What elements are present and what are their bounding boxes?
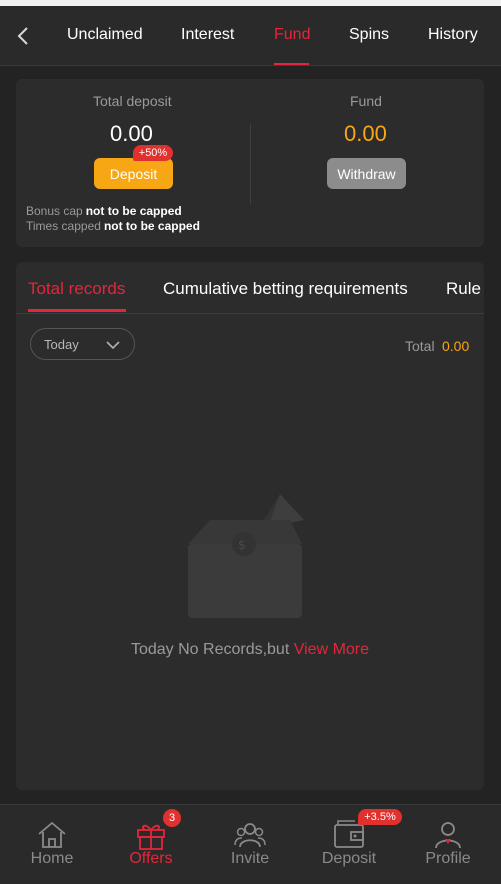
date-filter-value: Today [44, 337, 79, 352]
total-label: Total [405, 338, 435, 354]
tab-spins[interactable]: Spins [349, 26, 389, 44]
tab-fund[interactable]: Fund [274, 26, 310, 44]
date-filter-select[interactable]: Today [30, 328, 135, 360]
tab-interest[interactable]: Interest [181, 26, 234, 44]
nav-home[interactable]: Home [12, 805, 92, 884]
nav-invite-label: Invite [230, 850, 270, 867]
total-deposit-value: 0.00 [110, 121, 153, 146]
bonus-cap-value: not to be capped [85, 204, 182, 218]
nav-profile[interactable]: Profile [408, 805, 488, 884]
home-icon [38, 821, 66, 848]
back-button[interactable] [12, 22, 36, 50]
person-icon [435, 822, 461, 849]
nav-offers[interactable]: 3 Offers [111, 805, 191, 884]
bonus-cap-label: Bonus cap [26, 204, 83, 218]
summary-divider [250, 124, 251, 204]
records-tab-divider [16, 313, 484, 314]
top-tab-bar: Unclaimed Interest Fund Spins History [0, 6, 501, 66]
withdraw-button[interactable]: Withdraw [327, 158, 406, 189]
deposit-bonus-badge: +50% [133, 145, 173, 161]
nav-invite[interactable]: Invite [210, 805, 290, 884]
tab-rule[interactable]: Rule [446, 279, 481, 299]
empty-box-icon: $ [188, 494, 304, 618]
tab-total-records[interactable]: Total records [28, 279, 125, 299]
times-capped-value: not to be capped [103, 219, 200, 233]
nav-deposit-label: Deposit [321, 850, 377, 867]
nav-home-label: Home [30, 850, 74, 867]
people-icon [234, 823, 266, 848]
tab-history[interactable]: History [428, 26, 478, 44]
records-panel: Total records Cumulative betting require… [16, 262, 484, 790]
times-capped-label: Times capped [26, 219, 101, 233]
tab-cumulative-betting[interactable]: Cumulative betting requirements [163, 279, 408, 299]
nav-profile-label: Profile [425, 850, 471, 867]
nav-deposit[interactable]: +3.5% Deposit [309, 805, 402, 884]
bonus-cap-row: Bonus cap not to be capped [26, 204, 182, 218]
empty-state-message: Today No Records,but View More [16, 641, 484, 659]
offers-count-badge: 3 [163, 809, 181, 827]
deposit-button[interactable]: Deposit [94, 158, 173, 189]
bottom-navigation: Home 3 Offers Invite +3.5% Deposit Profi… [0, 804, 501, 884]
tab-unclaimed[interactable]: Unclaimed [67, 26, 143, 44]
empty-state-text: Today No Records,but [130, 641, 290, 658]
fund-value: 0.00 [344, 121, 387, 146]
deposit-bonus-nav-badge: +3.5% [358, 809, 402, 825]
times-capped-row: Times capped not to be capped [26, 219, 200, 233]
active-tab-indicator [274, 63, 309, 65]
view-more-link[interactable]: View More [294, 641, 369, 658]
svg-text:$: $ [238, 538, 246, 552]
records-tab-indicator [28, 309, 126, 312]
total-value: 0.00 [442, 338, 470, 354]
chevron-left-icon [17, 27, 28, 45]
gift-icon [137, 824, 165, 850]
chevron-down-icon [106, 341, 120, 350]
fund-label: Fund [350, 93, 382, 109]
total-deposit-label: Total deposit [93, 93, 172, 109]
nav-offers-label: Offers [129, 850, 173, 867]
fund-summary-card: Total deposit 0.00 Deposit +50% Fund 0.0… [16, 79, 484, 247]
